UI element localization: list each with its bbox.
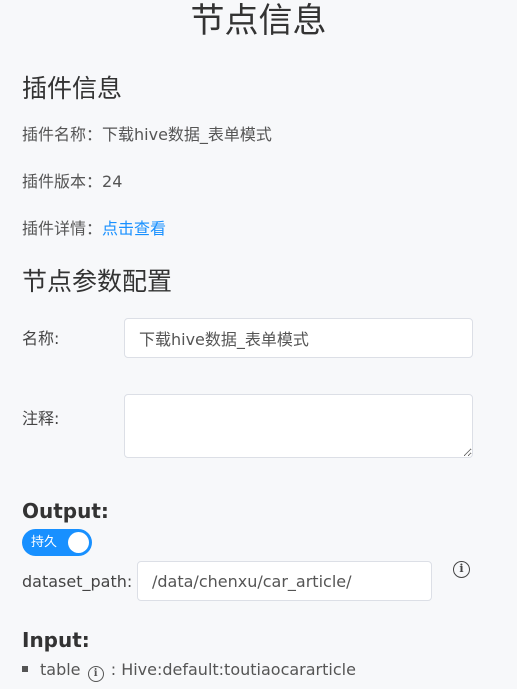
- plugin-version-label: 插件版本：: [22, 172, 103, 191]
- plugin-detail-link[interactable]: 点击查看: [102, 219, 166, 238]
- node-name-input[interactable]: [124, 318, 473, 358]
- plugin-info-heading: 插件信息: [22, 74, 123, 103]
- input-list-item: table i : Hive:default:toutiaocararticle: [22, 659, 356, 682]
- bullet-icon: [22, 665, 28, 672]
- plugin-version-row: 插件版本：24: [22, 171, 122, 193]
- plugin-detail-row: 插件详情：点击查看: [22, 218, 166, 240]
- dataset-path-label: dataset_path:: [22, 572, 133, 591]
- output-heading: Output:: [22, 499, 109, 523]
- node-info-panel: 节点信息 插件信息 插件名称：下载hive数据_表单模式 插件版本：24 插件详…: [0, 0, 517, 689]
- input-item-value: Hive:default:toutiaocararticle: [121, 660, 356, 679]
- node-name-label: 名称:: [22, 329, 60, 348]
- dataset-path-input[interactable]: [137, 561, 432, 601]
- plugin-name-label: 插件名称：: [22, 125, 103, 144]
- plugin-detail-label: 插件详情：: [22, 219, 103, 238]
- toggle-knob: [68, 532, 89, 553]
- persist-toggle-label: 持久: [31, 535, 58, 550]
- info-icon[interactable]: i: [453, 561, 470, 578]
- plugin-name-value: 下载hive数据_表单模式: [102, 125, 272, 144]
- persist-toggle[interactable]: 持久: [22, 529, 92, 556]
- plugin-name-row: 插件名称：下载hive数据_表单模式: [22, 124, 272, 146]
- info-icon[interactable]: i: [87, 666, 104, 682]
- plugin-version-value: 24: [102, 172, 123, 191]
- node-config-heading: 节点参数配置: [22, 267, 173, 296]
- input-item-separator: :: [105, 660, 122, 679]
- node-note-label: 注释:: [22, 409, 60, 428]
- node-note-textarea[interactable]: [124, 394, 473, 458]
- page-title: 节点信息: [190, 1, 327, 41]
- input-heading: Input:: [22, 628, 90, 652]
- input-item-name: table: [40, 660, 81, 679]
